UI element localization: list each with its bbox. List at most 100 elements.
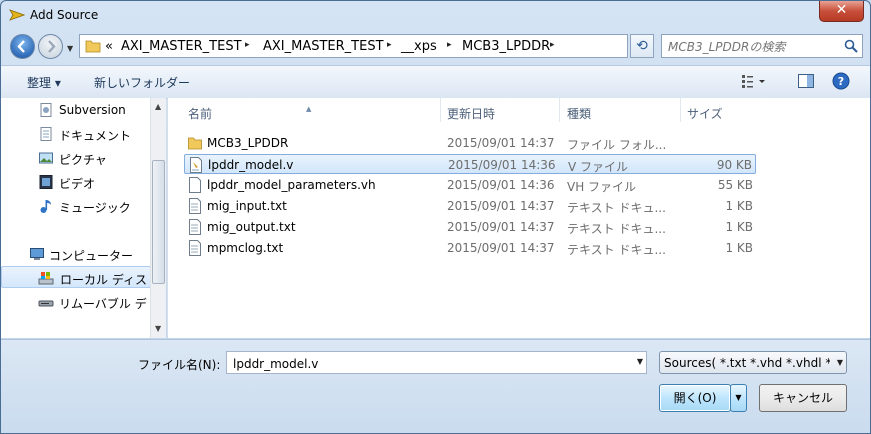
file-row[interactable]: lpddr_model.v 2015/09/01 14:36 V ファイル 90… — [184, 154, 756, 174]
nav-item-label: ミュージック — [59, 201, 131, 215]
nav-item-label: ドキュメント — [59, 129, 132, 143]
file-date: 2015/09/01 14:37 — [447, 199, 555, 213]
pictures-icon — [39, 152, 53, 164]
recent-pages-dropdown-icon[interactable]: ▼ — [67, 44, 73, 53]
breadcrumb-item[interactable]: __xps — [401, 39, 437, 54]
close-button[interactable]: ✕ — [819, 1, 864, 22]
nav-item-label: ローカル ディス — [60, 273, 147, 287]
file-list-pane: 名前 ▲ 更新日時 種類 サイズ MCB3_LPDDR 2015/09/01 1… — [167, 98, 870, 338]
folder-icon — [85, 40, 101, 53]
command-toolbar: 整理 ▾ 新しいフォルダー ? — [1, 65, 870, 99]
file-type: V ファイル — [568, 160, 629, 174]
breadcrumb-chevron-icon[interactable]: ▸ — [387, 40, 392, 50]
new-folder-button[interactable]: 新しいフォルダー — [94, 74, 190, 91]
file-name: mpmclog.txt — [207, 241, 284, 255]
file-date: 2015/09/01 14:37 — [447, 136, 555, 150]
nav-item-documents[interactable]: ドキュメント — [1, 123, 151, 145]
forward-arrow-icon — [48, 40, 56, 53]
file-row[interactable]: lpddr_model_parameters.vh 2015/09/01 14:… — [184, 175, 756, 195]
chevron-down-icon[interactable]: ▼ — [837, 358, 843, 367]
breadcrumb-chevron-icon[interactable]: ▸ — [245, 40, 250, 50]
open-options-dropdown[interactable]: ▼ — [730, 384, 747, 412]
forward-button[interactable] — [38, 34, 63, 59]
file-row[interactable]: MCB3_LPDDR 2015/09/01 14:37 ファイル フォル... — [184, 133, 756, 153]
file-size: 1 KB — [725, 241, 753, 255]
help-icon[interactable]: ? — [832, 72, 850, 90]
file-date: 2015/09/01 14:36 — [447, 178, 555, 192]
cancel-button[interactable]: キャンセル — [759, 384, 847, 412]
organize-menu-button[interactable]: 整理 ▾ — [27, 74, 61, 91]
chevron-down-icon: ▼ — [735, 393, 742, 402]
nav-item-label: リムーバブル デ — [59, 297, 147, 311]
breadcrumb-overflow[interactable]: « — [105, 39, 113, 54]
text-file-icon — [189, 219, 201, 235]
address-bar[interactable]: « AXI_MASTER_TEST ▸ AXI_MASTER_TEST ▸ __… — [79, 34, 628, 58]
file-type: テキスト ドキュ... — [567, 222, 666, 236]
file-type: テキスト ドキュ... — [567, 243, 666, 257]
scroll-down-icon[interactable]: ▼ — [155, 324, 161, 333]
file-name: MCB3_LPDDR — [207, 136, 289, 150]
file-name: lpddr_model_parameters.vh — [207, 178, 376, 192]
nav-item-subversion[interactable]: Subversion — [1, 99, 151, 121]
view-options-icon[interactable] — [741, 72, 767, 90]
file-icon — [189, 177, 201, 193]
file-row[interactable]: mpmclog.txt 2015/09/01 14:37 テキスト ドキュ...… — [184, 238, 756, 258]
back-button[interactable] — [10, 34, 35, 59]
open-button[interactable]: 開く(O) — [659, 384, 731, 412]
file-name: mig_input.txt — [207, 199, 287, 213]
nav-item-music[interactable]: ミュージック — [1, 195, 151, 217]
scroll-up-icon[interactable]: ▲ — [155, 102, 161, 111]
file-size: 90 KB — [716, 158, 752, 172]
nav-item-video[interactable]: ビデオ — [1, 171, 151, 193]
nav-item-local-disk[interactable]: ローカル ディス — [1, 266, 151, 288]
breadcrumb-item[interactable]: AXI_MASTER_TEST — [121, 39, 242, 54]
chevron-down-icon[interactable]: ▼ — [637, 357, 643, 366]
column-header-name[interactable]: 名前 ▲ — [168, 98, 440, 124]
search-input[interactable] — [666, 37, 840, 57]
refresh-icon: ⟲ — [636, 38, 648, 54]
nav-item-label: ビデオ — [59, 177, 96, 191]
column-header-label: 種類 — [567, 107, 592, 121]
column-header-type[interactable]: 種類 — [560, 98, 680, 124]
nav-item-label: Subversion — [59, 103, 126, 117]
sort-ascending-icon: ▲ — [306, 105, 312, 113]
scrollbar-thumb[interactable] — [152, 160, 165, 284]
nav-item-removable-disk[interactable]: リムーバブル デ — [1, 291, 151, 313]
file-name: lpddr_model.v — [208, 158, 294, 172]
search-icon[interactable] — [844, 39, 858, 53]
breadcrumb-chevron-icon[interactable]: ▸ — [550, 40, 555, 50]
file-date: 2015/09/01 14:36 — [448, 158, 556, 172]
nav-item-computer[interactable]: コンピューター — [1, 243, 151, 265]
column-header-size[interactable]: サイズ — [681, 98, 761, 124]
file-type: テキスト ドキュ... — [567, 201, 666, 215]
navigation-bar: ▼ « AXI_MASTER_TEST ▸ AXI_MASTER_TEST ▸ … — [1, 31, 870, 63]
file-type-filter-select[interactable]: Sources( *.txt *.vhd *.vhdl *.v ▼ — [659, 351, 847, 374]
file-size: 1 KB — [725, 220, 753, 234]
refresh-button[interactable]: ⟲ — [630, 34, 654, 58]
file-size: 1 KB — [725, 199, 753, 213]
breadcrumb-chevron-icon[interactable]: ▸ — [447, 40, 452, 50]
nav-item-label: ピクチャ — [59, 153, 107, 167]
search-box[interactable] — [661, 34, 863, 58]
breadcrumb-item[interactable]: MCB3_LPDDR — [462, 39, 550, 54]
music-icon — [40, 200, 51, 213]
nav-item-label: コンピューター — [49, 249, 134, 263]
filename-combobox[interactable]: ▼ — [226, 351, 647, 374]
preview-pane-icon[interactable] — [797, 72, 815, 90]
file-type: ファイル フォル... — [567, 138, 667, 152]
nav-item-pictures[interactable]: ピクチャ — [1, 147, 151, 169]
back-arrow-icon — [17, 40, 25, 53]
text-file-icon — [189, 198, 201, 214]
file-row[interactable]: mig_output.txt 2015/09/01 14:37 テキスト ドキュ… — [184, 217, 756, 237]
svg-text:?: ? — [838, 75, 844, 88]
navigation-scrollbar[interactable]: ▲ ▼ — [150, 98, 166, 338]
video-icon — [39, 175, 53, 189]
filename-input[interactable] — [231, 354, 625, 373]
file-size: 55 KB — [717, 178, 753, 192]
file-date: 2015/09/01 14:37 — [447, 220, 555, 234]
file-row[interactable]: mig_input.txt 2015/09/01 14:37 テキスト ドキュ.… — [184, 196, 756, 216]
column-header-label: 名前 — [188, 107, 213, 121]
column-header-date[interactable]: 更新日時 — [441, 98, 559, 124]
title-bar: Add Source ✕ — [1, 1, 870, 31]
breadcrumb-item[interactable]: AXI_MASTER_TEST — [263, 39, 384, 54]
